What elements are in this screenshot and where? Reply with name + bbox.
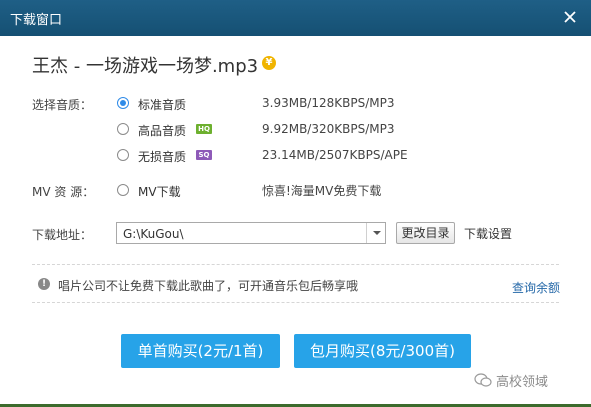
close-icon[interactable] (560, 7, 580, 27)
paid-coin-icon: ¥ (262, 56, 276, 70)
title-bar[interactable]: 下载窗口 (0, 0, 591, 36)
download-path-value: G:\KuGou\ (123, 227, 184, 241)
sq-badge: SQ (196, 150, 212, 160)
window-title: 下载窗口 (10, 13, 63, 28)
watermark-text: 高校领域 (496, 375, 549, 390)
download-path-label: 下载地址： (32, 228, 93, 242)
radio-high-quality[interactable] (117, 123, 129, 135)
high-quality-info: 9.92MB/320KBPS/MP3 (262, 122, 395, 136)
radio-standard-quality[interactable] (117, 97, 129, 109)
hq-badge: HQ (196, 124, 212, 134)
standard-quality-info: 3.93MB/128KBPS/MP3 (262, 96, 395, 110)
wechat-icon (474, 373, 492, 387)
mv-info: 惊喜!海量MV免费下载 (262, 184, 382, 198)
info-icon: ! (38, 278, 50, 290)
radio-lossless-quality[interactable] (117, 149, 129, 161)
download-path-select[interactable]: G:\KuGou\ (116, 222, 386, 244)
download-settings-link[interactable]: 下载设置 (464, 225, 512, 242)
lossless-quality-info: 23.14MB/2507KBPS/APE (262, 148, 408, 162)
option-standard-quality[interactable]: 标准音质 (138, 96, 186, 113)
check-balance-link[interactable]: 查询余额 (512, 279, 560, 296)
monthly-purchase-button[interactable]: 包月购买(8元/300首) (294, 334, 471, 368)
mv-label: MV 资 源： (32, 185, 95, 199)
option-mv-download[interactable]: MV下载 (138, 183, 181, 200)
notice-text: 唱片公司不让免费下载此歌曲了，可开通音乐包后畅享哦 (58, 279, 359, 293)
single-purchase-button[interactable]: 单首购买(2元/1首) (121, 334, 280, 368)
option-high-quality[interactable]: 高品音质 (138, 122, 186, 139)
quality-label: 选择音质： (32, 98, 93, 112)
radio-mv-download[interactable] (117, 184, 129, 196)
chevron-down-icon[interactable] (366, 223, 385, 243)
dialog-content: 王杰 - 一场游戏一场梦.mp3 ¥ 选择音质： 标准音质 3.93MB/128… (0, 36, 591, 407)
change-directory-button[interactable]: 更改目录 (396, 222, 455, 244)
song-title: 王杰 - 一场游戏一场梦.mp3 (32, 56, 259, 77)
divider-top (32, 264, 559, 265)
divider-bottom (32, 302, 559, 303)
option-lossless-quality[interactable]: 无损音质 (138, 148, 186, 165)
